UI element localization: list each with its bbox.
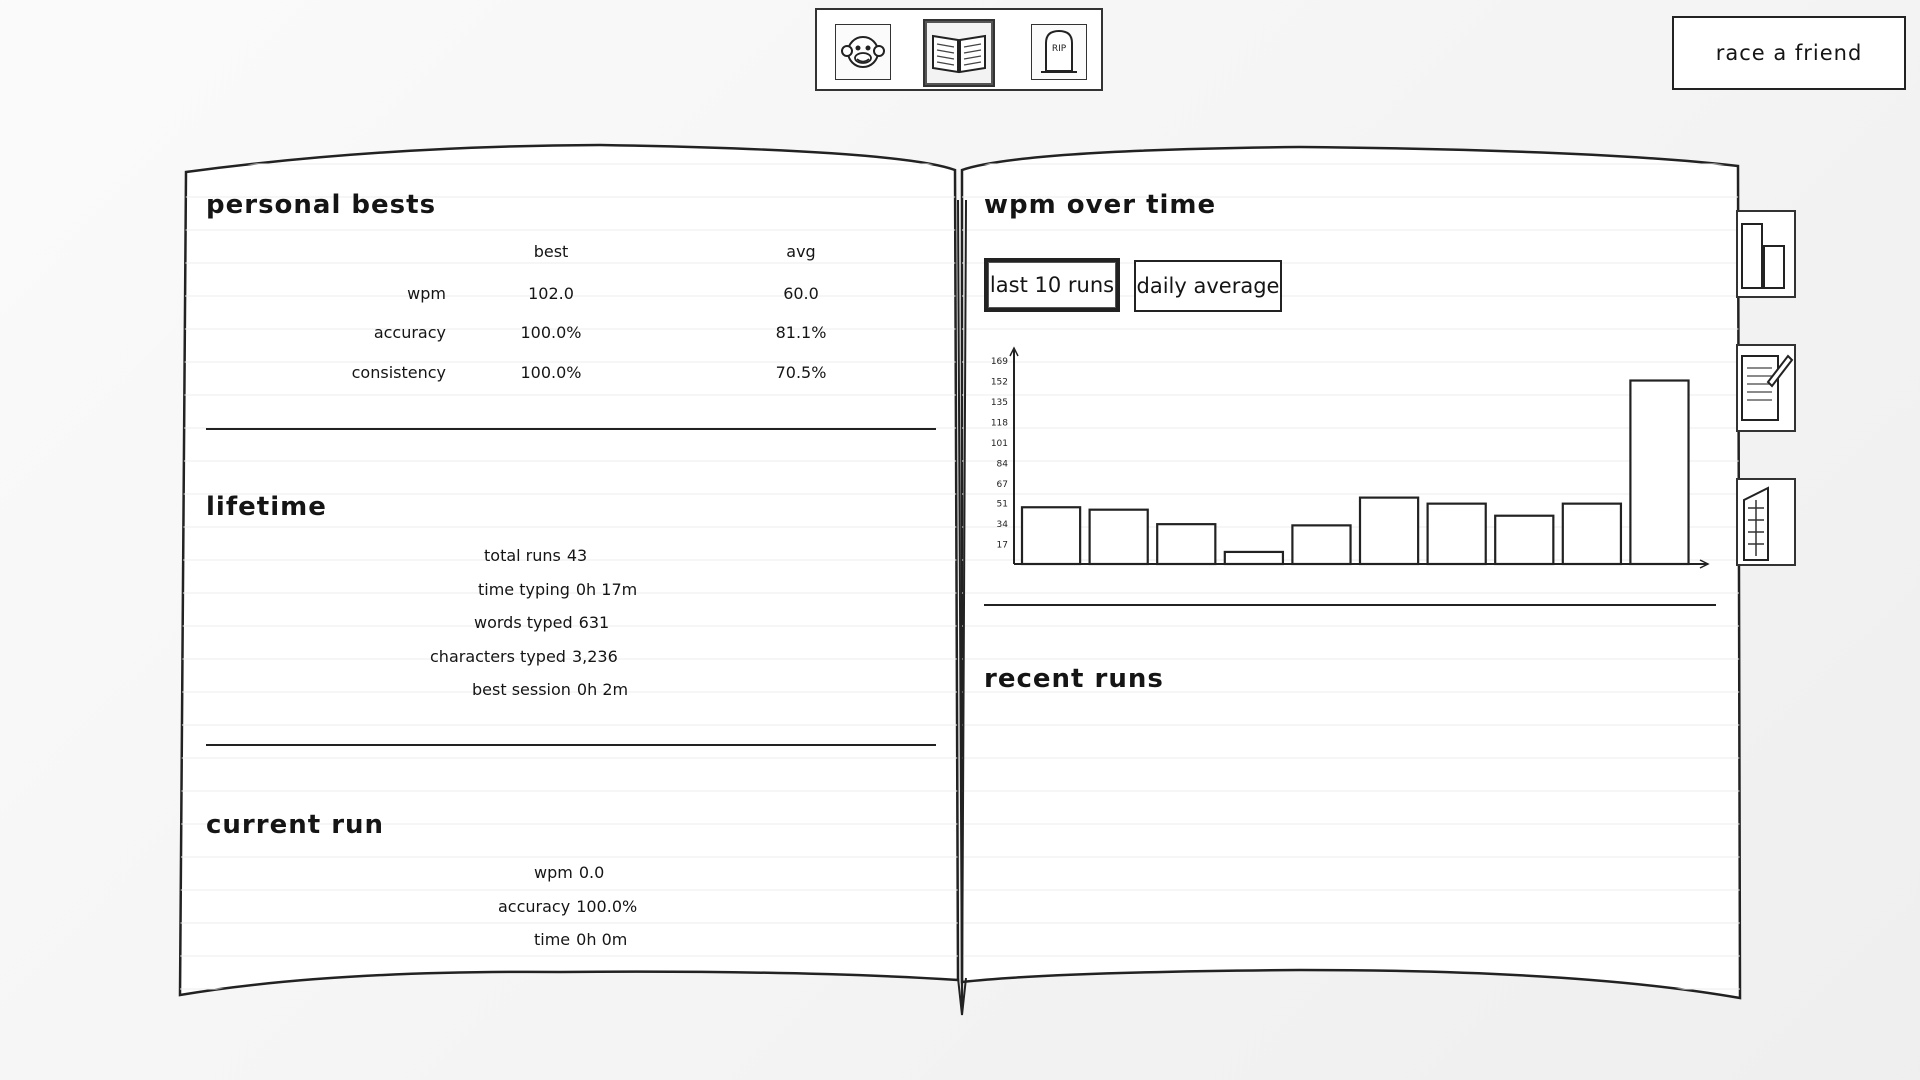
- lifetime-stat: characters typed 3,236: [430, 647, 618, 666]
- stat-label: time: [534, 930, 571, 949]
- pb-row-avg: 60.0: [783, 284, 819, 303]
- side-tab-notes[interactable]: [1736, 344, 1796, 432]
- pb-row-best: 102.0: [528, 284, 574, 303]
- stat-label: time typing: [478, 580, 570, 599]
- chart-bar: [1088, 508, 1149, 566]
- right-page: wpm over time last 10 runs daily average…: [966, 170, 1734, 970]
- pb-row-avg: 70.5%: [775, 363, 827, 382]
- stat-value: 3,236: [571, 647, 618, 666]
- y-tick-label: 34: [997, 520, 1009, 530]
- column-header-avg: avg: [786, 242, 816, 261]
- bar-chart-icon: [1741, 223, 1785, 289]
- chart-bar: [1020, 506, 1082, 566]
- y-tick-label: 51: [997, 499, 1008, 509]
- chart-bar: [1291, 524, 1352, 566]
- tab-label: last 10 runs: [989, 273, 1115, 297]
- stat-label: characters typed: [430, 647, 566, 666]
- section-divider: [984, 604, 1716, 606]
- stat-value: 631: [578, 613, 610, 632]
- stat-label: best session: [472, 680, 571, 699]
- stat-label: total runs: [484, 546, 561, 565]
- tab-daily-average[interactable]: daily average: [1134, 260, 1282, 312]
- pb-row-best: 100.0%: [520, 323, 582, 342]
- y-tick-label: 152: [991, 378, 1008, 388]
- lifetime-stat: time typing 0h 17m: [478, 580, 637, 599]
- y-tick-label: 135: [991, 398, 1008, 408]
- current-run-stat: accuracy 100.0%: [498, 897, 637, 916]
- section-divider: [206, 428, 936, 430]
- chart-bar: [1561, 502, 1623, 566]
- section-divider: [206, 744, 936, 746]
- current-run-stat: time 0h 0m: [534, 930, 627, 949]
- chart-bar: [1629, 379, 1690, 566]
- stat-label: words typed: [474, 613, 573, 632]
- stat-value: 43: [566, 546, 588, 565]
- y-tick-label: 169: [991, 357, 1008, 367]
- y-tick-label: 118: [991, 419, 1008, 429]
- chart-bar: [1156, 523, 1217, 566]
- y-tick-label: 17: [997, 540, 1008, 550]
- recent-runs-title: recent runs: [984, 664, 1164, 694]
- lifetime-stat: words typed 631: [474, 613, 609, 632]
- pb-row-avg: 81.1%: [775, 323, 827, 342]
- stat-label: accuracy: [498, 897, 571, 916]
- chart-bar: [1494, 514, 1555, 566]
- current-run-stat: wpm 0.0: [534, 863, 604, 882]
- stat-value: 0h 17m: [575, 580, 638, 599]
- lifetime-stat: best session 0h 2m: [472, 680, 628, 699]
- pb-row-label: consistency: [351, 363, 446, 382]
- y-tick-label: 84: [997, 460, 1009, 470]
- tab-label: daily average: [1136, 274, 1280, 298]
- lifetime-title: lifetime: [206, 492, 327, 522]
- y-tick-label: 67: [997, 480, 1008, 490]
- lifetime-stat: total runs 43: [484, 546, 587, 565]
- stat-value: 0h 2m: [576, 680, 629, 699]
- y-tick-label: 101: [991, 439, 1008, 449]
- stat-value: 0.0: [578, 863, 605, 882]
- left-page: personal bests best avg wpm 102.0 60.0 a…: [186, 170, 958, 970]
- chart-bar: [1426, 502, 1487, 566]
- side-tab-building[interactable]: [1736, 478, 1796, 566]
- chart-bar: [1223, 550, 1285, 566]
- stat-value: 0h 0m: [576, 930, 628, 949]
- pb-row-label: wpm: [407, 284, 446, 303]
- wpm-over-time-title: wpm over time: [984, 190, 1217, 220]
- side-tab-stats[interactable]: [1736, 210, 1796, 298]
- building-icon: [1743, 486, 1769, 561]
- pb-row-label: accuracy: [373, 323, 446, 342]
- current-run-title: current run: [206, 810, 385, 840]
- stat-label: wpm: [534, 863, 573, 882]
- chart-bar: [1358, 496, 1420, 566]
- pb-row-best: 100.0%: [520, 363, 582, 382]
- notepad-pencil-icon: [1741, 354, 1794, 421]
- tab-last-10-runs[interactable]: last 10 runs: [984, 258, 1120, 312]
- column-header-best: best: [533, 242, 569, 261]
- wpm-bar-chart: 17 34 51 67 84 101 118 135 152 169: [991, 346, 1710, 569]
- stat-value: 100.0%: [576, 897, 638, 916]
- personal-bests-title: personal bests: [206, 190, 437, 220]
